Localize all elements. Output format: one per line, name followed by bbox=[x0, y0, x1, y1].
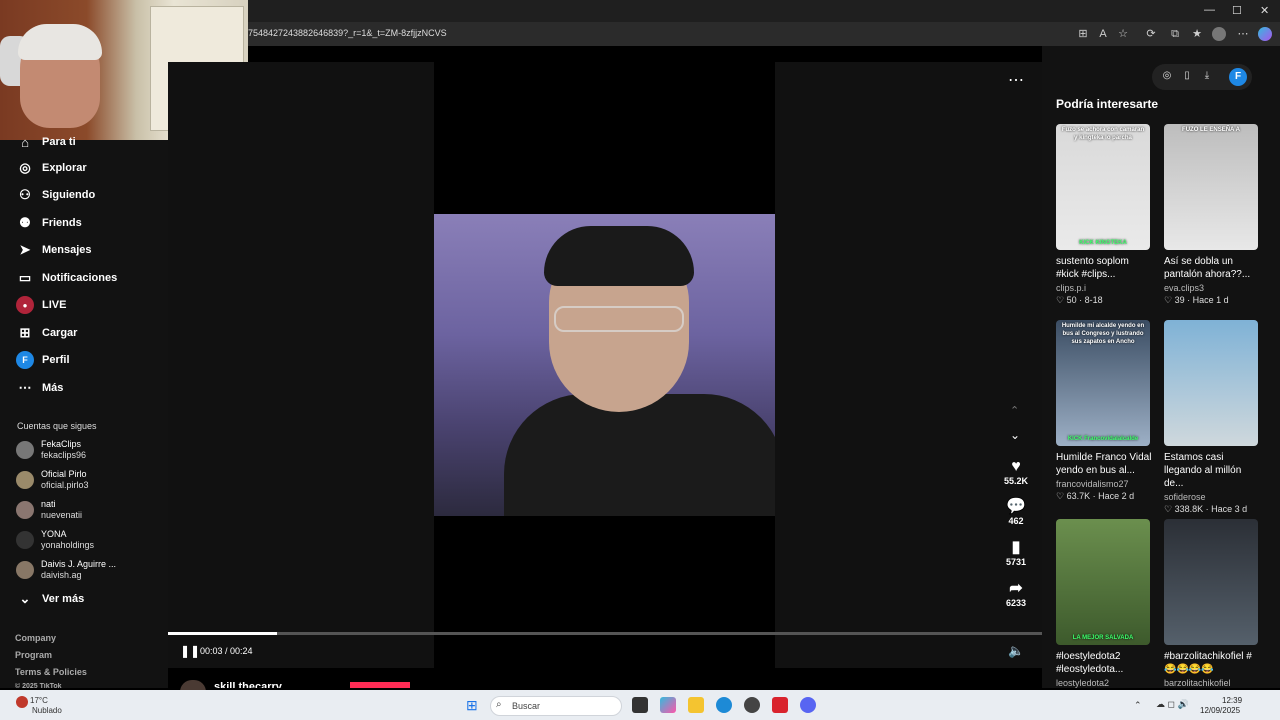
thumbnail-caption: KICK KINGTEKA bbox=[1079, 240, 1127, 246]
suggestion-card[interactable]: Estamos casi llegando al millón de... sof… bbox=[1164, 320, 1260, 515]
thumbnail-caption: KICK Francovidalalcalde bbox=[1067, 436, 1139, 442]
app-icon[interactable] bbox=[744, 697, 760, 713]
card-username[interactable]: francovidalismo27 bbox=[1056, 479, 1152, 489]
suggestion-card[interactable]: #barzolitachikofiel # 😂😂😂😂 barzolitachiko… bbox=[1164, 519, 1260, 688]
card-stats: ♡ 63.7K · Hace 2 d bbox=[1056, 491, 1135, 501]
clock-time[interactable]: 12:39 bbox=[1222, 696, 1242, 705]
tray-icons[interactable]: ☁ ◻ 🔊 bbox=[1156, 699, 1189, 710]
discord-icon[interactable] bbox=[800, 697, 816, 713]
card-title[interactable]: Humilde Franco Vidal yendo en bus al... bbox=[1056, 451, 1152, 477]
chevron-up-icon[interactable]: ⌃ bbox=[1134, 700, 1142, 711]
card-title[interactable]: #loestyledota2 #leostyledota... bbox=[1056, 650, 1152, 676]
card-username[interactable]: eva.clips3 bbox=[1164, 283, 1260, 293]
weather-icon[interactable] bbox=[16, 696, 28, 708]
thumbnail-overlay-text: Fuzo se achora con camaran y kingteka lo… bbox=[1061, 127, 1145, 141]
search-placeholder: Buscar bbox=[512, 701, 541, 711]
taskbar-search[interactable] bbox=[490, 696, 622, 716]
card-stats: ♡ 39 · Hace 1 d bbox=[1164, 295, 1229, 305]
card-title[interactable]: #barzolitachikofiel # 😂😂😂😂 bbox=[1164, 650, 1260, 676]
card-stats: ♡ 338.8K · Hace 3 d bbox=[1164, 504, 1248, 514]
file-explorer-icon[interactable] bbox=[688, 697, 704, 713]
weather-temp: 17°C bbox=[30, 696, 48, 705]
video-thumbnail[interactable] bbox=[1164, 320, 1258, 446]
card-title[interactable]: Estamos casi llegando al millón de... bbox=[1164, 451, 1260, 490]
video-thumbnail[interactable]: Fuzo se achora con camaran y kingteka lo… bbox=[1056, 124, 1150, 250]
weather-desc: Nublado bbox=[32, 706, 62, 715]
card-username[interactable]: barzolitachikofiel bbox=[1164, 678, 1260, 688]
video-thumbnail[interactable]: LA MEJOR SALVADA bbox=[1056, 519, 1150, 645]
app-icon[interactable] bbox=[772, 697, 788, 713]
suggestion-card[interactable]: LA MEJOR SALVADA #loestyledota2 #leostyle… bbox=[1056, 519, 1152, 688]
card-title[interactable]: Así se dobla un pantalón ahora??... bbox=[1164, 255, 1260, 281]
thumbnail-overlay-text: Humilde mi alcalde yendo en bus al Congr… bbox=[1061, 323, 1145, 345]
card-username[interactable]: sofiderose bbox=[1164, 492, 1260, 502]
clock-date[interactable]: 12/09/2025 bbox=[1200, 706, 1240, 715]
card-username[interactable]: clips.p.i bbox=[1056, 283, 1152, 293]
video-thumbnail[interactable]: Humilde mi alcalde yendo en bus al Congr… bbox=[1056, 320, 1150, 446]
copilot-icon[interactable] bbox=[660, 697, 676, 713]
start-icon[interactable]: ⊞ bbox=[466, 697, 478, 714]
card-username[interactable]: leostyledota2 bbox=[1056, 678, 1152, 688]
video-thumbnail[interactable] bbox=[1164, 519, 1258, 645]
task-view-icon[interactable] bbox=[632, 697, 648, 713]
thumbnail-caption: LA MEJOR SALVADA bbox=[1072, 635, 1134, 641]
suggestion-card[interactable]: Fuzo se achora con camaran y kingteka lo… bbox=[1056, 124, 1152, 306]
card-stats: ♡ 50 · 8-18 bbox=[1056, 295, 1103, 305]
search-icon: ⌕ bbox=[496, 699, 502, 710]
card-title[interactable]: sustento soplom #kick #clips... bbox=[1056, 255, 1152, 281]
edge-icon[interactable] bbox=[716, 697, 732, 713]
suggestion-card[interactable]: FUZO LE ENSEÑA A Así se dobla un pantalón… bbox=[1164, 124, 1260, 306]
video-thumbnail[interactable]: FUZO LE ENSEÑA A bbox=[1164, 124, 1258, 250]
suggestion-card[interactable]: Humilde mi alcalde yendo en bus al Congr… bbox=[1056, 320, 1152, 502]
thumbnail-overlay-text: FUZO LE ENSEÑA A bbox=[1182, 127, 1240, 133]
